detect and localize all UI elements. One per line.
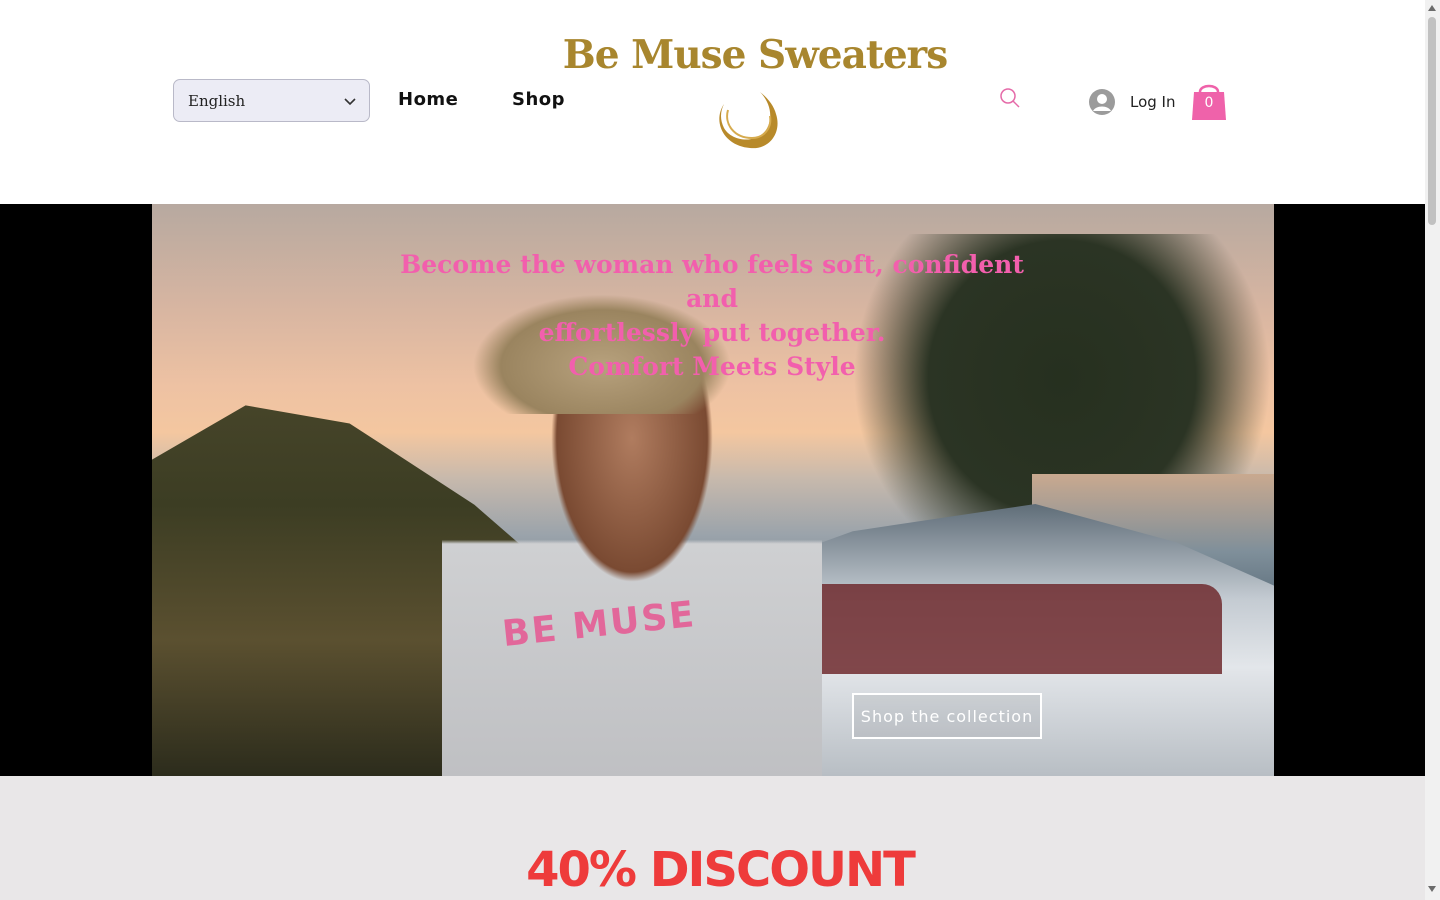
nav-shop[interactable]: Shop	[512, 89, 565, 110]
promo-section: 40% DISCOUNT	[0, 776, 1425, 900]
site-header: English Home Shop Be Muse Sweaters Log I…	[0, 0, 1425, 204]
chevron-down-icon	[344, 98, 356, 106]
hero-tagline: Become the woman who feels soft, confide…	[392, 248, 1032, 384]
hero-tagline-line1: Become the woman who feels soft, confide…	[400, 250, 1024, 313]
scroll-thumb[interactable]	[1428, 17, 1436, 225]
login-button[interactable]: Log In	[1088, 86, 1176, 118]
shop-collection-button[interactable]: Shop the collection	[852, 693, 1042, 739]
nav-home[interactable]: Home	[398, 89, 458, 110]
hero-model	[442, 354, 822, 776]
language-selector[interactable]: English	[173, 79, 370, 122]
scroll-up-arrow[interactable]	[1428, 5, 1436, 11]
promo-title: 40% DISCOUNT	[526, 842, 916, 898]
scroll-down-arrow[interactable]	[1428, 886, 1436, 892]
cart-count: 0	[1204, 95, 1214, 111]
search-icon[interactable]	[997, 86, 1021, 110]
hero-tagline-line2: effortlessly put together.	[538, 318, 886, 347]
hero-image: BE MUSE Become the woman who feels soft,…	[152, 204, 1274, 776]
language-selected-label: English	[188, 92, 246, 110]
page-scrollbar[interactable]	[1425, 0, 1440, 900]
login-label: Log In	[1130, 93, 1176, 111]
logo-swirl[interactable]	[710, 84, 784, 154]
brand-title[interactable]: Be Muse Sweaters	[560, 32, 950, 78]
hero-car-interior	[802, 584, 1222, 674]
hero-tagline-line3: Comfort Meets Style	[568, 352, 856, 381]
user-avatar-icon	[1089, 89, 1115, 115]
cart-button[interactable]: 0	[1190, 78, 1228, 122]
